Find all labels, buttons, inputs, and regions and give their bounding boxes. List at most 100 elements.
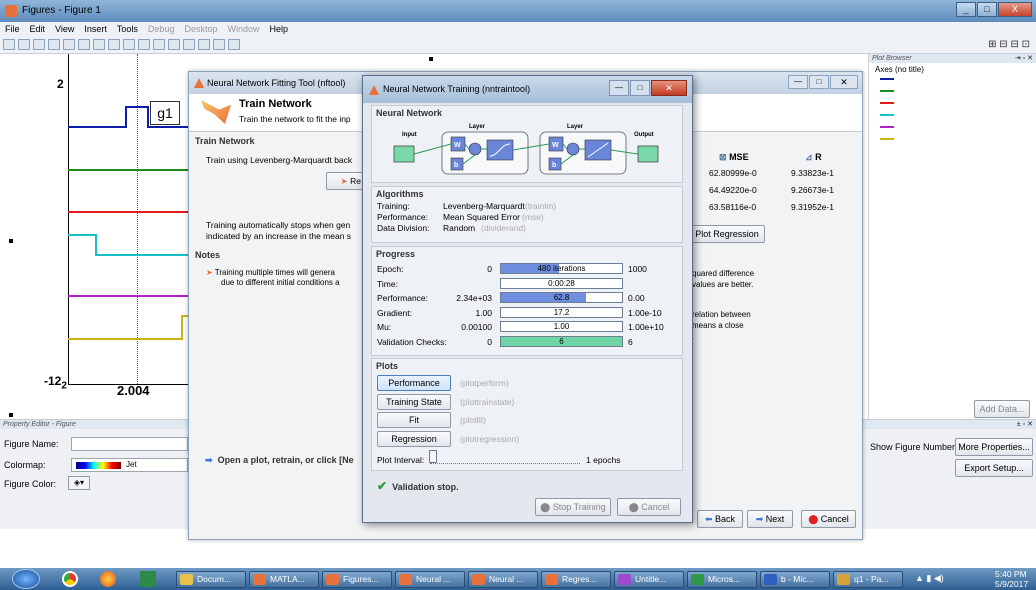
- network-output-label: Output: [634, 132, 654, 138]
- plot-training-state-button[interactable]: Training State: [377, 393, 451, 410]
- tray-icons[interactable]: ▲ ▮ ◀): [915, 573, 944, 584]
- taskbar-item[interactable]: Regres...: [541, 571, 611, 588]
- rotate-icon[interactable]: [123, 39, 135, 50]
- minimize-button[interactable]: _: [956, 2, 976, 17]
- data-label-text: g1: [157, 105, 173, 121]
- cancel-button[interactable]: ⬤ Cancel: [801, 510, 856, 528]
- plot-regression-button[interactable]: Regression: [377, 430, 451, 447]
- edit-plot-icon[interactable]: [63, 39, 75, 50]
- cancel-label: Cancel: [820, 514, 849, 524]
- save-icon[interactable]: [33, 39, 45, 50]
- open-icon[interactable]: [18, 39, 30, 50]
- nntraintool-cancel-button[interactable]: ⬤ Cancel: [617, 498, 681, 516]
- figure-titlebar: Figures - Figure 1 _ □ X: [0, 0, 1036, 22]
- train-network-heading: Train Network: [239, 98, 312, 110]
- colorbar-icon[interactable]: [183, 39, 195, 50]
- nntraintool-matlab-icon: [369, 85, 379, 95]
- menu-edit[interactable]: Edit: [29, 24, 47, 34]
- close-button[interactable]: X: [998, 2, 1032, 17]
- taskbar-item[interactable]: MATLA...: [249, 571, 319, 588]
- nftool-title: Neural Network Fitting Tool (nftool): [207, 78, 346, 88]
- taskbar-item[interactable]: Neural ...: [468, 571, 538, 588]
- start-button[interactable]: [12, 569, 40, 589]
- figure-name-input[interactable]: [71, 437, 188, 451]
- print-icon[interactable]: [48, 39, 60, 50]
- plot-regression-button[interactable]: Plot Regression: [689, 225, 765, 243]
- taskbar-item[interactable]: Untitle...: [614, 571, 684, 588]
- nftool-maximize-button[interactable]: □: [809, 75, 829, 89]
- taskbar-item[interactable]: b - Mic...: [760, 571, 830, 588]
- firefox-icon[interactable]: [100, 571, 116, 587]
- export-setup-button[interactable]: Export Setup...: [955, 459, 1033, 477]
- menu-window[interactable]: Window: [226, 24, 260, 34]
- new-figure-icon[interactable]: [3, 39, 15, 50]
- figure-toolbar: ⊞ ⊟ ⊟ ⊡: [0, 36, 1036, 54]
- menu-debug[interactable]: Debug: [147, 24, 176, 34]
- zoom-out-icon[interactable]: [93, 39, 105, 50]
- next-button[interactable]: ➡ Next: [747, 510, 793, 528]
- menu-desktop[interactable]: Desktop: [183, 24, 218, 34]
- legend-trace-swatch[interactable]: [880, 102, 894, 104]
- brush-icon[interactable]: [153, 39, 165, 50]
- legend-icon[interactable]: [198, 39, 210, 50]
- nntraintool-minimize-button[interactable]: —: [609, 80, 629, 96]
- matlab-icon: [194, 78, 204, 88]
- legend-trace-swatch[interactable]: [880, 126, 894, 128]
- nntraintool-maximize-button[interactable]: □: [630, 80, 650, 96]
- taskbar-item[interactable]: Docum...: [176, 571, 246, 588]
- property-editor-controls-icon[interactable]: ± ▫ ✕: [1017, 420, 1033, 429]
- back-button[interactable]: ⬅ Back: [697, 510, 743, 528]
- taskbar-item[interactable]: Micros...: [687, 571, 757, 588]
- plot-performance-button[interactable]: Performance: [377, 375, 451, 391]
- back-icon: ⬅: [704, 514, 713, 524]
- plot-interval-slider-track[interactable]: [430, 457, 580, 464]
- show-tools-icon[interactable]: [228, 39, 240, 50]
- algorithm-value: Random: [443, 223, 476, 233]
- legend-trace-swatch[interactable]: [880, 90, 894, 92]
- menu-tools[interactable]: Tools: [116, 24, 139, 34]
- status-message: ✔ Validation stop.: [377, 479, 459, 493]
- spreadsheet-icon[interactable]: [140, 571, 156, 587]
- menu-help[interactable]: Help: [269, 24, 290, 34]
- chrome-icon[interactable]: [62, 571, 78, 587]
- more-properties-button[interactable]: More Properties...: [955, 438, 1033, 456]
- data-cursor-icon[interactable]: [138, 39, 150, 50]
- retrain-button[interactable]: ➤ Re: [326, 172, 366, 190]
- nftool-close-button[interactable]: ✕: [830, 75, 858, 89]
- figure-menubar: File Edit View Insert Tools Debug Desktop Windo…: [0, 22, 1036, 36]
- panel-controls-icon[interactable]: ⇥ ▫ ✕: [1015, 54, 1033, 63]
- mse-header-text: MSE: [729, 152, 749, 162]
- legend-trace-swatch[interactable]: [880, 114, 894, 116]
- train-network-icon: [201, 100, 231, 124]
- taskbar-label: Neural ...: [416, 574, 451, 584]
- legend-trace-swatch[interactable]: [880, 78, 894, 80]
- colormap-select[interactable]: Jet: [71, 458, 188, 472]
- add-data-button[interactable]: Add Data...: [974, 400, 1030, 418]
- progress-label: Time:: [377, 278, 398, 289]
- layout-icons[interactable]: ⊞ ⊟ ⊟ ⊡: [988, 39, 1030, 50]
- taskbar-item[interactable]: Neural ...: [395, 571, 465, 588]
- pan-icon[interactable]: [108, 39, 120, 50]
- menu-file[interactable]: File: [4, 24, 21, 34]
- link-icon[interactable]: [168, 39, 180, 50]
- menu-insert[interactable]: Insert: [83, 24, 108, 34]
- stop-training-button[interactable]: ⬤ Stop Training: [535, 498, 611, 516]
- taskbar-item[interactable]: q1 - Pa...: [833, 571, 903, 588]
- nntraintool-window-buttons: — □ ✕: [609, 80, 687, 96]
- mse-value: 64.49220e-0: [709, 185, 757, 195]
- figure-color-button[interactable]: ◈▾: [68, 476, 90, 490]
- plot-fit-button[interactable]: Fit: [377, 412, 451, 428]
- plot-interval-slider-thumb[interactable]: [429, 450, 437, 463]
- nftool-minimize-button[interactable]: —: [788, 75, 808, 89]
- legend-trace-swatch[interactable]: [880, 138, 894, 140]
- zoom-in-icon[interactable]: [78, 39, 90, 50]
- hide-tools-icon[interactable]: [213, 39, 225, 50]
- windows-taskbar: Docum... MATLA... Figures... Neural ... Neur…: [0, 568, 1036, 590]
- menu-view[interactable]: View: [54, 24, 75, 34]
- layer-2-bias-label: b: [552, 162, 556, 169]
- taskbar-item[interactable]: Figures...: [322, 571, 392, 588]
- axes-entry[interactable]: Axes (no title): [875, 65, 924, 74]
- plots-title: Plots: [376, 361, 399, 371]
- maximize-button[interactable]: □: [977, 2, 997, 17]
- nntraintool-close-button[interactable]: ✕: [651, 80, 687, 96]
